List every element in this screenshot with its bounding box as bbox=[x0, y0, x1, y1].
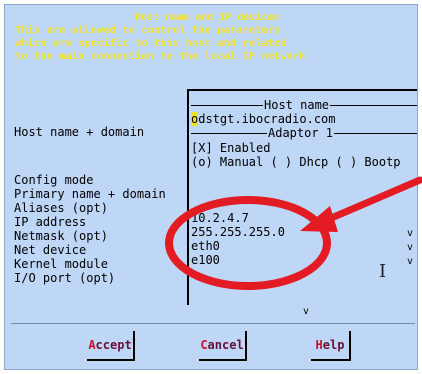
config-mode-radio-group[interactable]: (o) Manual ( ) Dhcp ( ) Bootp bbox=[191, 155, 401, 169]
header-line-3: to the main connection to the local IP n… bbox=[15, 51, 306, 62]
cancel-hotkey: C bbox=[200, 338, 208, 352]
host-ip-dialog: Host name and IP devices This are allowe… bbox=[4, 4, 418, 370]
header-line-1: This are allowed to control the paramete… bbox=[15, 25, 281, 36]
net-device-input[interactable]: eth0 bbox=[191, 239, 220, 253]
scroll-down-icon[interactable]: v bbox=[303, 306, 309, 317]
netmask-dropdown-icon[interactable]: v bbox=[407, 228, 413, 239]
label-ip-address: IP address bbox=[14, 215, 87, 229]
cancel-label: ancel bbox=[207, 338, 244, 352]
host-name-heading: Host name bbox=[263, 98, 331, 112]
label-config-mode: Config mode bbox=[14, 173, 94, 187]
adaptor-heading: Adaptor 1 bbox=[267, 126, 335, 140]
label-host-name-domain: Host name + domain bbox=[14, 125, 145, 139]
label-primary-name-domain: Primary name + domain bbox=[14, 187, 166, 201]
label-net-device: Net device bbox=[14, 243, 87, 257]
accept-button[interactable]: Accept bbox=[87, 331, 135, 361]
cancel-button[interactable]: Cancel bbox=[199, 331, 247, 361]
netmask-input[interactable]: 255.255.255.0 bbox=[191, 225, 285, 239]
label-aliases: Aliases (opt) bbox=[14, 201, 108, 215]
label-io-port: I/O port (opt) bbox=[14, 271, 116, 285]
host-name-input[interactable]: odstgt.ibocradio.com bbox=[191, 112, 336, 126]
label-netmask: Netmask (opt) bbox=[14, 229, 108, 243]
help-button[interactable]: Help bbox=[311, 331, 351, 361]
help-label: elp bbox=[322, 338, 345, 352]
enabled-checkbox[interactable]: [X] Enabled bbox=[191, 141, 270, 155]
ibeam-cursor-icon: I bbox=[379, 261, 387, 282]
dialog-title: Host name and IP devices bbox=[135, 12, 280, 23]
accept-label: ccept bbox=[95, 338, 132, 352]
header-line-2: which are specific to this host and rela… bbox=[15, 38, 287, 49]
kernel-module-dropdown-icon[interactable]: v bbox=[407, 256, 413, 267]
kernel-module-input[interactable]: e100 bbox=[191, 253, 220, 267]
label-kernel-module: Kernel module bbox=[14, 257, 108, 271]
net-device-dropdown-icon[interactable]: v bbox=[407, 242, 413, 253]
accept-hotkey: A bbox=[88, 338, 96, 352]
screenshot-frame: Host name and IP devices This are allowe… bbox=[0, 0, 422, 374]
help-hotkey: H bbox=[315, 338, 323, 352]
ip-address-input[interactable]: 10.2.4.7 bbox=[191, 211, 249, 225]
button-bar-divider bbox=[11, 323, 415, 324]
host-name-value: dstgt.ibocradio.com bbox=[198, 112, 336, 126]
